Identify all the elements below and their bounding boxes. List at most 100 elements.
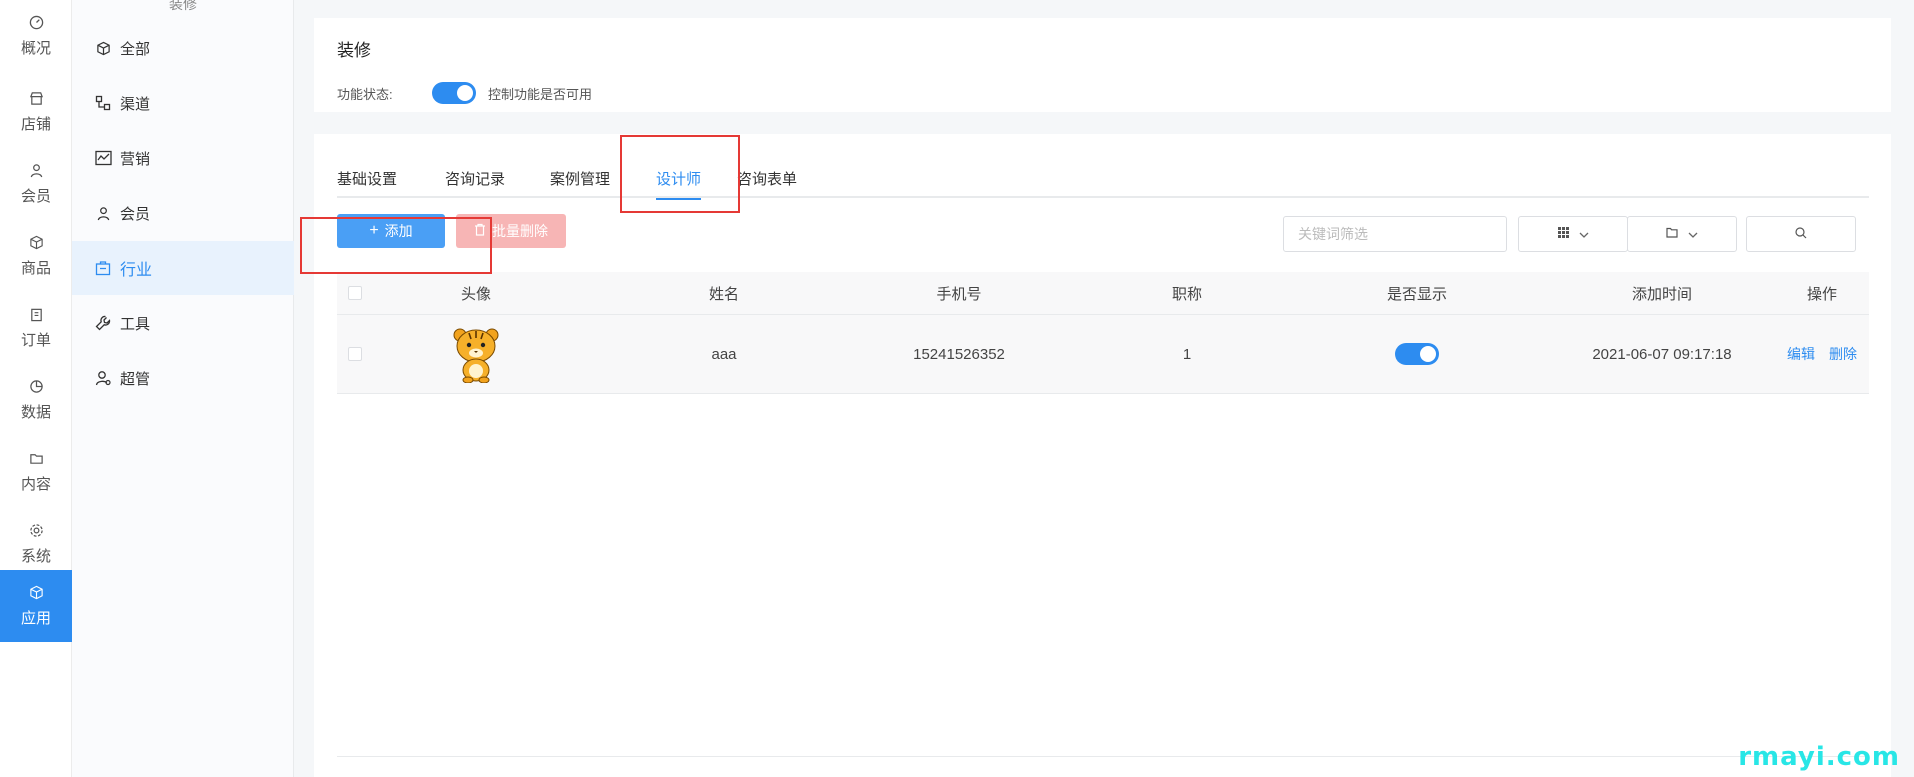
rail-item-label: 内容 — [20, 475, 51, 493]
subnav-item-admin[interactable]: 超管 — [72, 351, 294, 405]
table-row: aaa 15241526352 1 2021-06-07 09:17:18 编辑… — [337, 314, 1869, 394]
rail-item-label: 店铺 — [20, 115, 51, 133]
watermark: rmayi.com — [1738, 742, 1900, 772]
delete-link[interactable]: 删除 — [1829, 344, 1857, 364]
admin-icon — [94, 369, 112, 387]
feature-status-toggle[interactable] — [432, 82, 476, 104]
annotation-box-add — [300, 217, 492, 274]
rail-item-data[interactable]: 数据 — [0, 364, 72, 436]
chevron-down-icon — [1688, 227, 1698, 241]
header-avatar: 头像 — [460, 285, 491, 303]
subnav-item-industry[interactable]: 行业 — [72, 241, 294, 295]
header-name: 姓名 — [708, 285, 739, 303]
select-all-cell — [337, 272, 373, 314]
rail-item-member[interactable]: 会员 — [0, 148, 72, 220]
main-content: 装修 功能状态: 控制功能是否可用 基础设置 咨询记录 案例管理 设计师 咨询表… — [294, 0, 1914, 777]
grid-icon — [1557, 227, 1569, 241]
subnav-item-label: 全部 — [120, 40, 151, 58]
rail-item-store[interactable]: 店铺 — [0, 76, 72, 148]
rail-item-apps[interactable]: 应用 — [0, 570, 72, 642]
channel-icon — [94, 94, 112, 112]
wrench-icon — [94, 314, 112, 332]
avatar-cell — [401, 315, 551, 393]
tiger-avatar-icon — [453, 328, 499, 383]
subnav-item-label: 行业 — [120, 262, 153, 279]
tab-consult-form[interactable]: 咨询表单 — [737, 168, 797, 198]
industry-icon — [94, 259, 112, 277]
page-title: 装修 — [337, 41, 371, 60]
select-all-checkbox[interactable] — [348, 286, 362, 300]
search-button[interactable] — [1746, 216, 1856, 252]
header-title: 职称 — [1171, 285, 1202, 303]
chart-icon — [94, 149, 112, 167]
edit-link[interactable]: 编辑 — [1787, 344, 1815, 364]
rail-item-label: 系统 — [20, 547, 51, 565]
avatar — [448, 324, 504, 384]
export-dropdown[interactable] — [1627, 216, 1737, 252]
rail-item-label: 概况 — [20, 39, 51, 57]
rail-item-label: 订单 — [20, 331, 51, 349]
name-cell: aaa — [711, 345, 737, 363]
tab-bar: 基础设置 咨询记录 案例管理 设计师 咨询表单 — [337, 134, 1869, 200]
subnav-item-marketing[interactable]: 营销 — [72, 131, 294, 185]
table-footer-divider — [337, 756, 1869, 757]
user-icon — [28, 163, 44, 179]
rail-item-label: 数据 — [20, 403, 51, 421]
chevron-down-icon — [1579, 227, 1589, 241]
primary-nav-rail: 概况 店铺 会员 商品 订单 数据 内容 系统 应用 — [0, 0, 72, 777]
subnav-item-label: 超管 — [120, 370, 151, 388]
secondary-sidebar: 装修 全部 渠道 营销 会员 行业 工具 超管 — [72, 0, 294, 777]
search-icon — [1795, 226, 1807, 242]
tab-case-management[interactable]: 案例管理 — [550, 168, 610, 198]
subnav-item-label: 会员 — [120, 205, 151, 223]
actions-cell: 编辑 删除 — [1772, 315, 1872, 393]
store-icon — [28, 91, 44, 107]
visible-toggle[interactable] — [1395, 343, 1439, 365]
subnav-item-all[interactable]: 全部 — [72, 21, 294, 75]
phone-cell: 15241526352 — [913, 345, 1005, 363]
subnav-item-label: 营销 — [120, 150, 151, 168]
rail-item-label: 会员 — [20, 187, 51, 205]
module-header-card: 装修 功能状态: 控制功能是否可用 — [314, 18, 1891, 112]
rail-item-label: 商品 — [20, 259, 51, 277]
subnav-partial-label: 装修 — [169, 0, 197, 12]
designer-table: 头像 姓名 手机号 职称 是否显示 添加时间 操作 aaa 1524152635… — [337, 272, 1869, 394]
folder-icon — [1666, 227, 1678, 241]
rail-item-product[interactable]: 商品 — [0, 220, 72, 292]
tab-basic-settings[interactable]: 基础设置 — [337, 168, 397, 198]
clipboard-icon — [28, 307, 44, 323]
cube-icon — [94, 39, 112, 57]
gear-icon — [28, 523, 44, 539]
row-checkbox[interactable] — [348, 347, 362, 361]
box-icon — [28, 235, 44, 251]
batch-delete-label: 批量删除 — [492, 223, 548, 239]
row-select-cell — [337, 315, 373, 393]
visible-cell — [1337, 315, 1497, 393]
subnav-item-member[interactable]: 会员 — [72, 186, 294, 240]
rail-item-order[interactable]: 订单 — [0, 292, 72, 364]
status-label: 功能状态: — [337, 87, 393, 102]
cube-icon — [28, 585, 44, 601]
status-description: 控制功能是否可用 — [488, 87, 593, 102]
rail-item-content[interactable]: 内容 — [0, 436, 72, 508]
header-actions: 操作 — [1806, 285, 1837, 303]
header-added-time: 添加时间 — [1631, 285, 1692, 303]
header-visible: 是否显示 — [1386, 285, 1447, 303]
grid-view-dropdown[interactable] — [1518, 216, 1628, 252]
header-phone: 手机号 — [936, 285, 982, 303]
folder-icon — [28, 451, 44, 467]
table-header-row: 头像 姓名 手机号 职称 是否显示 添加时间 操作 — [337, 272, 1869, 314]
subnav-item-channel[interactable]: 渠道 — [72, 76, 294, 130]
title-cell: 1 — [1182, 345, 1192, 363]
added-time-cell: 2021-06-07 09:17:18 — [1592, 345, 1732, 363]
pie-icon — [28, 379, 44, 395]
designer-panel: 基础设置 咨询记录 案例管理 设计师 咨询表单 + 添加 批量删除 关键词筛选 … — [314, 134, 1891, 777]
rail-item-overview[interactable]: 概况 — [0, 0, 72, 72]
user-icon — [94, 204, 112, 222]
rail-item-label: 应用 — [20, 609, 51, 627]
keyword-filter-input[interactable] — [1283, 216, 1507, 252]
annotation-box-designer-tab — [620, 135, 740, 213]
subnav-item-label: 工具 — [120, 315, 151, 333]
tab-consult-records[interactable]: 咨询记录 — [445, 168, 505, 198]
subnav-item-tools[interactable]: 工具 — [72, 296, 294, 350]
